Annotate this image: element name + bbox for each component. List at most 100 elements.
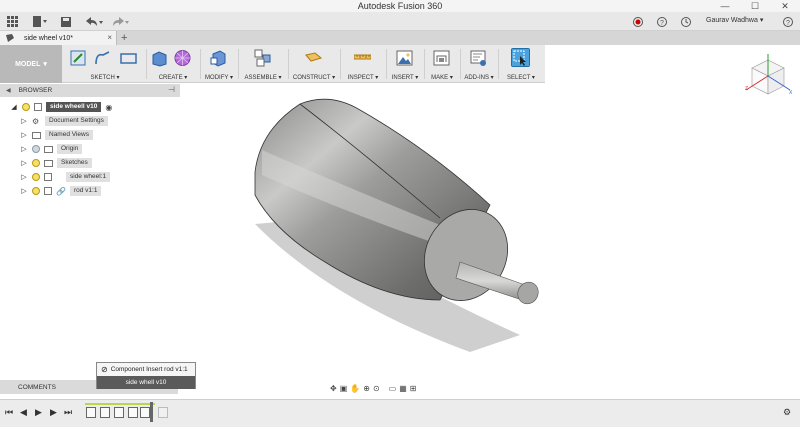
folder-icon — [44, 159, 53, 167]
go-to-end-icon[interactable]: ⏭ — [64, 407, 72, 418]
fit-icon[interactable]: ⊙ — [373, 384, 380, 393]
orbit-icon[interactable]: ✥ — [330, 384, 337, 393]
look-at-icon[interactable]: ▣ — [340, 384, 348, 393]
ribbon-divider — [460, 49, 461, 79]
ribbon-divider — [288, 49, 289, 79]
folder-icon — [32, 131, 41, 139]
3d-viewport[interactable] — [0, 84, 800, 400]
close-tab-icon[interactable]: × — [107, 33, 112, 42]
collapsed-triangle-icon[interactable]: ▷ — [20, 117, 28, 125]
display-settings-icon[interactable]: ▭ — [389, 384, 397, 393]
record-icon[interactable] — [632, 15, 644, 28]
step-forward-icon[interactable]: ▶ — [50, 407, 57, 418]
new-tab-button[interactable]: + — [121, 31, 127, 45]
collapse-icon[interactable]: ◀ — [6, 87, 11, 94]
timeline-tooltip: ⊘ Component Insert rod v1:1 side whell v… — [96, 362, 196, 389]
create-group[interactable]: CREATE ▾ — [148, 45, 198, 83]
press-pull-icon — [210, 50, 226, 67]
undo-icon[interactable] — [84, 15, 104, 28]
component-insert-icon: ⊘ — [101, 365, 108, 374]
tree-item-named-views[interactable]: ▷ Named Views — [20, 129, 93, 141]
inspect-group[interactable]: INSPECT ▾ — [342, 45, 384, 83]
visibility-bulb-icon[interactable] — [32, 145, 40, 153]
tooltip-subtitle: side whell v10 — [97, 376, 195, 389]
tree-item-label: side wheel:1 — [66, 172, 111, 182]
timeline-settings-gear-icon[interactable]: ⚙ — [783, 407, 791, 418]
quick-access-bar: ? Gaurav Wadhwa ▾ ? — [0, 12, 800, 31]
tree-item-label: Named Views — [45, 130, 93, 140]
timeline-feature-inactive[interactable] — [158, 407, 168, 418]
make-group[interactable]: MAKE ▾ — [426, 45, 458, 83]
construct-group[interactable]: CONSTRUCT ▾ — [290, 45, 338, 83]
insert-group[interactable]: INSERT ▾ — [388, 45, 422, 83]
clock-icon[interactable] — [680, 15, 692, 28]
file-menu-icon[interactable] — [32, 15, 48, 28]
visibility-bulb-icon[interactable] — [32, 187, 40, 195]
add-ins-group[interactable]: ADD-INS ▾ — [462, 45, 496, 83]
workspace-switcher[interactable]: MODEL ▾ — [0, 45, 62, 83]
assemble-group[interactable]: ASSEMBLE ▾ — [240, 45, 286, 83]
svg-text:?: ? — [660, 20, 664, 27]
root-component-label: side wheell v10 — [46, 102, 102, 112]
tree-item-origin[interactable]: ▷ Origin — [20, 143, 83, 155]
visibility-bulb-icon[interactable] — [32, 159, 40, 167]
app-grid-icon[interactable] — [5, 15, 19, 28]
collapsed-triangle-icon[interactable]: ▷ — [20, 173, 28, 181]
maximize-button[interactable]: ☐ — [740, 0, 770, 12]
tree-item-rod[interactable]: ▷ 🔗 rod v1:1 — [20, 185, 102, 197]
collapsed-triangle-icon[interactable]: ▷ — [20, 131, 28, 139]
document-icon — [34, 103, 42, 111]
collapsed-triangle-icon[interactable]: ▷ — [20, 145, 28, 153]
chevron-down-icon: ▾ — [759, 17, 764, 24]
go-to-start-icon[interactable]: ⏮ — [5, 407, 13, 418]
zoom-icon[interactable]: ⊕ — [363, 384, 370, 393]
timeline-feature-joint[interactable] — [114, 407, 124, 418]
create-sketch-icon — [70, 50, 86, 66]
line-icon — [95, 51, 110, 65]
collapsed-triangle-icon[interactable]: ▷ — [20, 187, 28, 195]
toolbar-ribbon: MODEL ▾ SKETCH ▾ CREATE ▾ MODIFY ▾ ASSEM… — [0, 45, 545, 83]
viewcube[interactable]: Z X — [740, 48, 796, 98]
folder-icon — [44, 145, 53, 153]
timeline-feature-component[interactable] — [128, 407, 138, 418]
ribbon-divider — [238, 49, 239, 79]
collapsed-triangle-icon[interactable]: ▷ — [20, 159, 28, 167]
timeline-feature-extrude[interactable] — [100, 407, 110, 418]
minimize-button[interactable]: — — [710, 0, 740, 12]
tree-item-sketches[interactable]: ▷ Sketches — [20, 157, 92, 169]
timeline-feature-sketch[interactable] — [86, 407, 96, 418]
help-menu-icon[interactable]: ? — [782, 15, 794, 28]
activate-radio-icon[interactable]: ◉ — [105, 103, 112, 112]
sketch-group[interactable]: SKETCH ▾ — [66, 45, 144, 83]
visibility-bulb-icon[interactable] — [22, 103, 30, 111]
tree-item-root[interactable]: ◢ side wheell v10 ◉ — [10, 101, 112, 113]
document-tab[interactable]: side wheel v10* × — [0, 31, 117, 45]
close-button[interactable]: ✕ — [770, 0, 800, 12]
user-menu[interactable]: Gaurav Wadhwa ▾ — [706, 16, 763, 24]
add-ins-label: ADD-INS ▾ — [464, 75, 494, 81]
tree-item-side-wheel[interactable]: ▷ side wheel:1 — [20, 171, 111, 183]
model-canvas[interactable] — [0, 84, 800, 400]
grid-settings-icon[interactable]: ▦ — [399, 384, 407, 393]
tree-item-document-settings[interactable]: ▷ ⚙ Document Settings — [20, 115, 108, 127]
create-label: CREATE ▾ — [158, 75, 188, 81]
select-group[interactable]: SELECT ▾ — [500, 45, 542, 83]
timeline-marker[interactable] — [150, 402, 153, 422]
comments-label: COMMENTS — [18, 383, 56, 391]
play-icon[interactable]: ▶ — [35, 407, 42, 418]
timeline-feature-insert[interactable] — [140, 407, 150, 418]
browser-panel-header[interactable]: ◀ BROWSER ⊣ — [0, 84, 180, 97]
help-icon[interactable]: ? — [656, 15, 668, 28]
modify-group[interactable]: MODIFY ▾ — [201, 45, 237, 83]
expanded-triangle-icon[interactable]: ◢ — [10, 103, 18, 111]
pin-icon[interactable]: ⊣ — [168, 85, 175, 94]
save-icon[interactable] — [60, 15, 72, 28]
document-tab-label: side wheel v10* — [24, 34, 74, 42]
insert-image-icon — [396, 50, 413, 66]
redo-icon[interactable] — [110, 15, 130, 28]
step-back-icon[interactable]: ◀ — [20, 407, 27, 418]
viewports-icon[interactable]: ⊞ — [410, 384, 417, 393]
visibility-bulb-icon[interactable] — [32, 173, 40, 181]
pan-icon[interactable]: ✋ — [350, 384, 360, 393]
measure-icon — [354, 54, 371, 60]
